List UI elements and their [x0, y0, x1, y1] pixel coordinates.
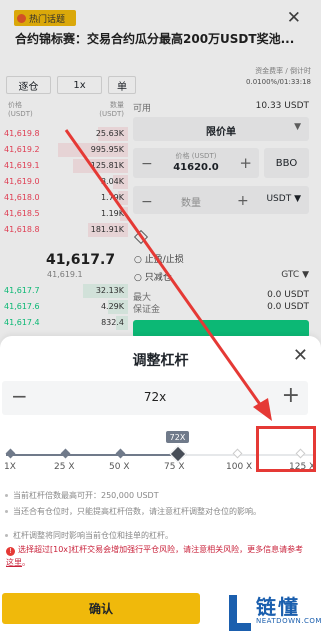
close-icon[interactable]: ✕ [293, 345, 308, 366]
note-max-position: 当前杠杆倍数最高可开：250,000 USDT [5, 489, 303, 502]
risk-warning-text: 选择超过[10x]杠杆交易会增加强行平仓风险，请注意相关风险，更多信息请参考 [18, 545, 304, 554]
watermark-en: NEATDOWN.COM [256, 617, 321, 625]
risk-warning: ! 选择超过[10x]杠杆交易会增加强行平仓风险，请注意相关风险，更多信息请参考这… [6, 545, 304, 567]
slider-tick[interactable] [115, 448, 126, 459]
bullet-dot [5, 534, 8, 537]
warning-icon: ! [6, 547, 15, 556]
note-text: 杠杆调整将同时影响当前仓位和挂单的杠杆。 [13, 531, 173, 540]
slider-tick-label: 50 X [109, 462, 130, 472]
note-order-effect: 杠杆调整将同时影响当前仓位和挂单的杠杆。 [5, 529, 303, 542]
plus-icon[interactable]: + [282, 383, 300, 408]
note-text: 当前杠杆倍数最高可开：250,000 USDT [13, 491, 159, 500]
slider-tick[interactable] [5, 448, 16, 459]
slider-tick-label: 75 X [164, 462, 185, 472]
leverage-slider-handle[interactable] [169, 445, 187, 463]
watermark-cn: 链懂 [256, 595, 300, 619]
note-position-rule: 当还合有仓位时，只能提高杠杆倍数，请注意杠杆调整对仓位的影响。 [5, 505, 303, 518]
slider-tick[interactable] [60, 448, 71, 459]
site-watermark: 链懂 NEATDOWN.COM [222, 589, 321, 637]
leverage-stepper: − 72x + [2, 381, 308, 415]
slider-tick-label: 1X [4, 462, 16, 472]
annotation-highlight-box [256, 426, 316, 472]
slider-tick-label: 25 X [54, 462, 75, 472]
site-logo-icon [229, 595, 251, 631]
slider-tick[interactable] [232, 448, 243, 459]
trading-screen: 热门话题 ✕ 合约锦标赛：交易合约瓜分最高200万USDT奖池... 逐仓 1x… [0, 0, 321, 360]
bullet-dot [5, 510, 8, 513]
note-text: 当还合有仓位时，只能提高杠杆倍数，请注意杠杆调整对仓位的影响。 [13, 507, 261, 516]
modal-overlay[interactable] [0, 0, 321, 360]
leverage-value[interactable]: 72x [2, 390, 308, 404]
leverage-slider-fill [6, 454, 178, 456]
confirm-button[interactable]: 确认 [2, 593, 200, 624]
bullet-dot [5, 494, 8, 497]
sheet-title: 调整杠杆 [132, 353, 189, 369]
leverage-bubble: 72X [166, 431, 189, 443]
slider-tick-label: 100 X [226, 462, 253, 472]
risk-info-link[interactable]: 这里 [6, 558, 22, 567]
